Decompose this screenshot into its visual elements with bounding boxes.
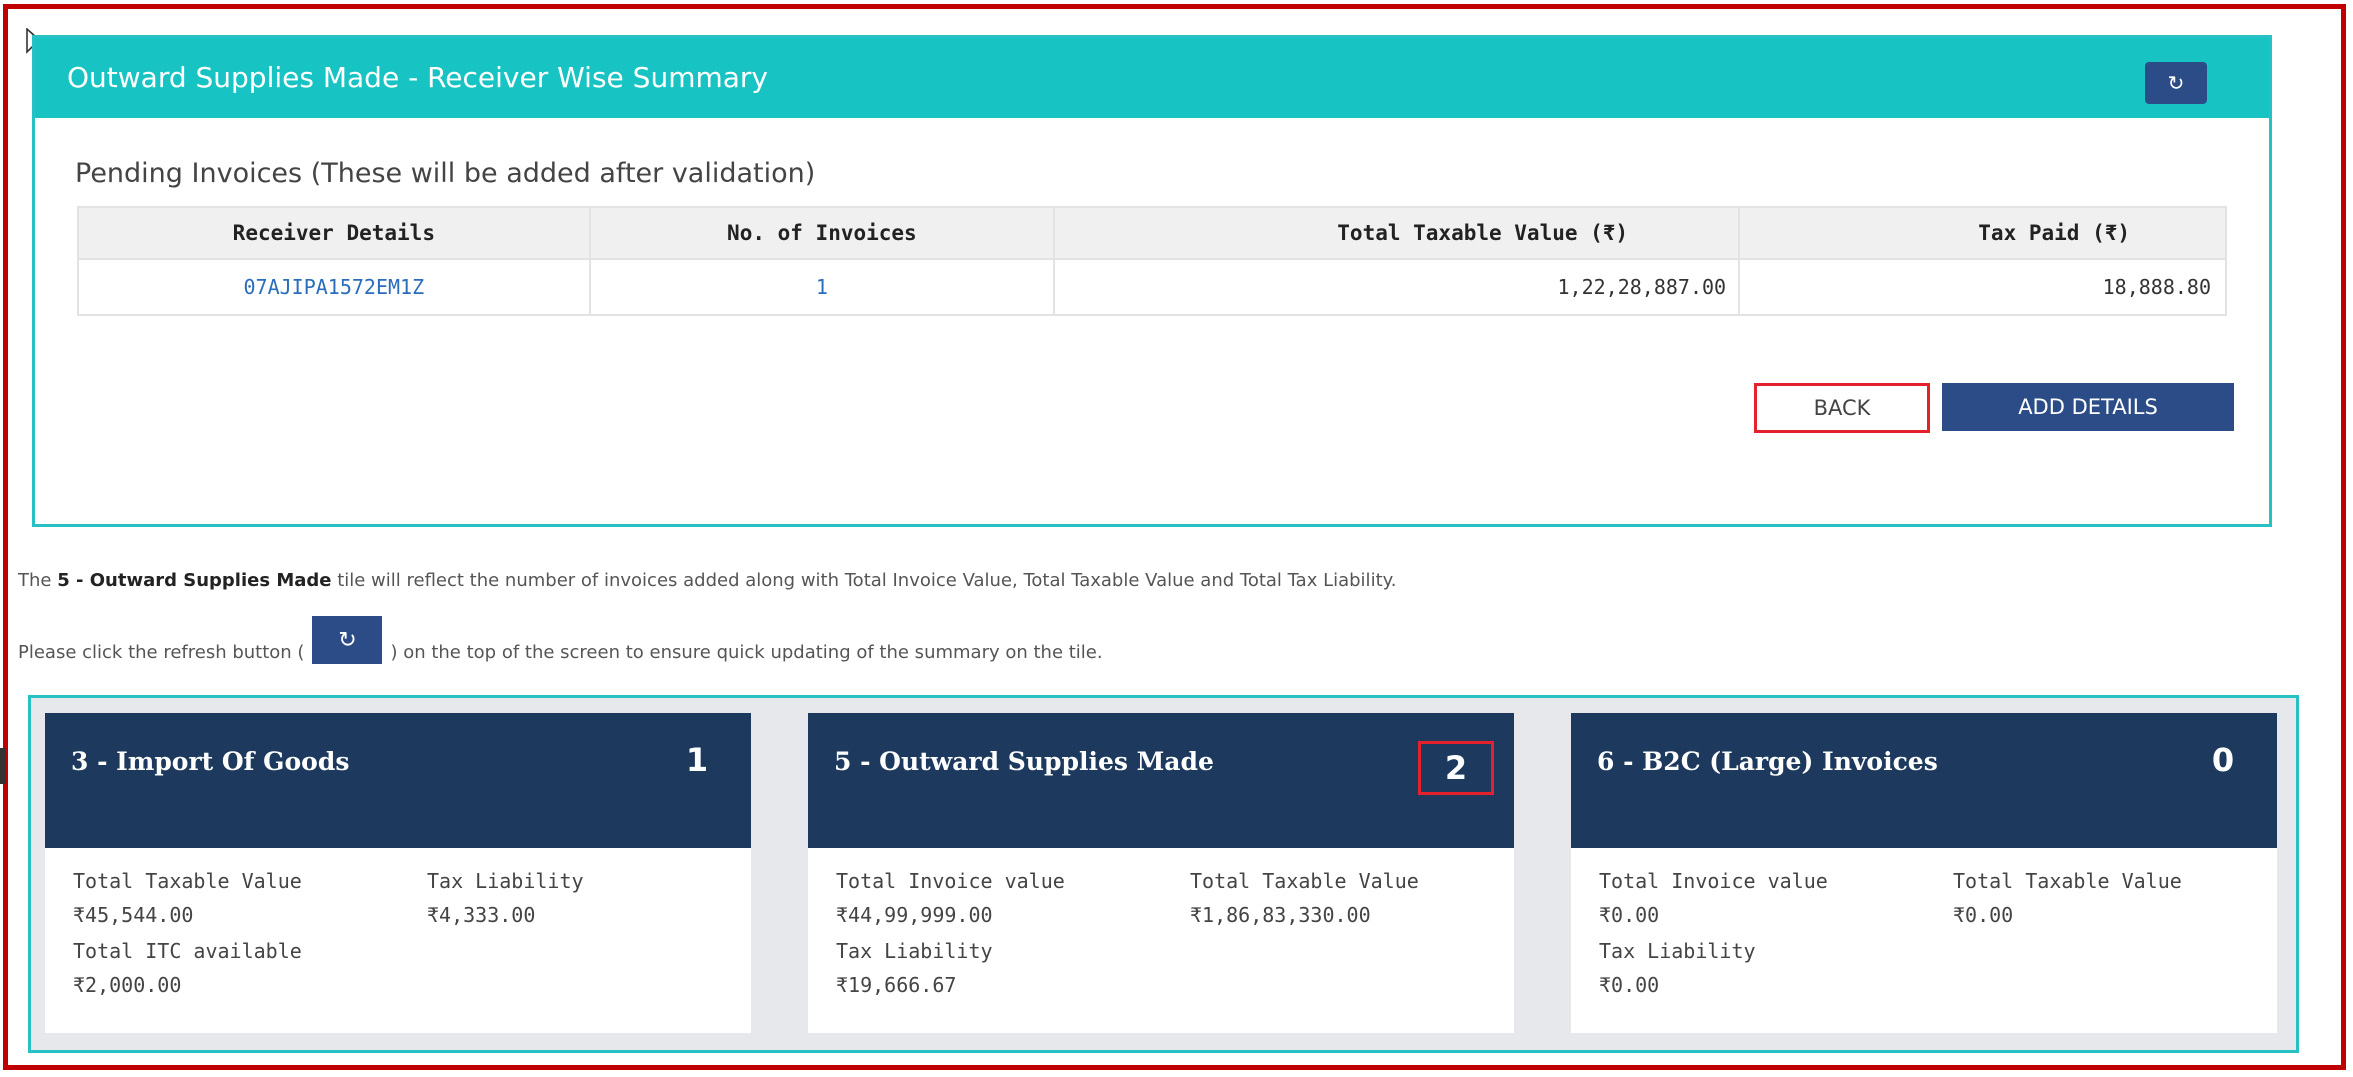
taxable-value-cell: 1,22,28,887.00 (1053, 258, 1741, 316)
refresh-icon: ↻ (312, 616, 383, 664)
instruction-line-1: The 5 - Outward Supplies Made tile will … (18, 570, 1396, 591)
instruction-text: Please click the refresh button ( (18, 641, 305, 663)
tile-name-bold: 5 - Outward Supplies Made (57, 570, 332, 591)
stat-label: Tax Liability (1599, 939, 1756, 963)
table-row: 07AJIPA1572EM1Z 1 1,22,28,887.00 18,888.… (77, 258, 2227, 316)
tax-paid-cell: 18,888.80 (1738, 258, 2227, 316)
stat-value: ₹1,86,83,330.00 (1190, 903, 1371, 927)
stat-value: ₹0.00 (1599, 973, 1660, 997)
refresh-button[interactable]: ↻ (2145, 62, 2207, 104)
instruction-line-2: Please click the refresh button ( ↻ ) on… (18, 616, 1103, 676)
tile-stat: Tax Liability ₹19,666.67 (836, 939, 993, 997)
stat-label: Tax Liability (427, 869, 584, 893)
table-header-row: Receiver Details No. of Invoices Total T… (77, 206, 2227, 260)
tile-title: 3 - Import Of Goods (71, 747, 350, 776)
receiver-gstin-link[interactable]: 07AJIPA1572EM1Z (244, 275, 425, 299)
stat-value: ₹0.00 (1599, 903, 1660, 927)
invoice-count-link[interactable]: 1 (816, 275, 828, 299)
tile-import-of-goods[interactable]: 3 - Import Of Goods 1 Total Taxable Valu… (45, 713, 751, 1033)
tile-header: 6 - B2C (Large) Invoices 0 (1571, 713, 2277, 848)
tile-stat: Total Taxable Value ₹45,544.00 (73, 869, 302, 927)
tile-stat: Tax Liability ₹0.00 (1599, 939, 1756, 997)
pending-invoices-table: Receiver Details No. of Invoices Total T… (77, 206, 2227, 316)
back-button[interactable]: BACK (1754, 383, 1930, 433)
refresh-icon: ↻ (2167, 71, 2185, 95)
tile-header: 3 - Import Of Goods 1 (45, 713, 751, 848)
instruction-text: ) on the top of the screen to ensure qui… (390, 641, 1103, 663)
tile-stat: Total Invoice value ₹0.00 (1599, 869, 1828, 927)
tile-b2c-large-invoices[interactable]: 6 - B2C (Large) Invoices 0 Total Invoice… (1571, 713, 2277, 1033)
tile-header: 5 - Outward Supplies Made 2 (808, 713, 1514, 848)
stat-value: ₹44,99,999.00 (836, 903, 993, 927)
add-details-button[interactable]: ADD DETAILS (1942, 383, 2234, 431)
summary-tiles: 3 - Import Of Goods 1 Total Taxable Valu… (28, 695, 2299, 1053)
column-header: No. of Invoices (588, 206, 1056, 260)
instruction-text: The (18, 570, 58, 591)
pending-invoices-title: Pending Invoices (These will be added af… (75, 158, 816, 189)
stat-value: ₹19,666.67 (836, 973, 957, 997)
stat-label: Total Taxable Value (1190, 869, 1419, 893)
stat-value: ₹0.00 (1953, 903, 2014, 927)
stat-label: Total Invoice value (836, 869, 1065, 893)
tile-count: 2 (1418, 741, 1494, 795)
tile-title: 5 - Outward Supplies Made (834, 747, 1214, 776)
tile-stat: Total Taxable Value ₹0.00 (1953, 869, 2182, 927)
stat-label: Total Invoice value (1599, 869, 1828, 893)
column-header: Receiver Details (77, 206, 591, 260)
tile-title: 6 - B2C (Large) Invoices (1597, 747, 1938, 776)
tile-count: 1 (685, 741, 709, 779)
tile-stat: Total ITC available ₹2,000.00 (73, 939, 302, 997)
tile-count: 0 (2211, 741, 2235, 779)
stat-label: Tax Liability (836, 939, 993, 963)
stat-label: Total Taxable Value (1953, 869, 2182, 893)
column-header: Tax Paid (₹) (1738, 206, 2227, 260)
tile-stat: Total Taxable Value ₹1,86,83,330.00 (1190, 869, 1419, 927)
panel-header: Outward Supplies Made - Receiver Wise Su… (35, 38, 2269, 118)
instruction-text: tile will reflect the number of invoices… (331, 570, 1397, 591)
column-header: Total Taxable Value (₹) (1053, 206, 1741, 260)
stat-value: ₹2,000.00 (73, 973, 182, 997)
tile-stat: Tax Liability ₹4,333.00 (427, 869, 584, 927)
receiver-wise-summary-panel: Outward Supplies Made - Receiver Wise Su… (32, 35, 2272, 527)
stat-label: Total Taxable Value (73, 869, 302, 893)
stat-label: Total ITC available (73, 939, 302, 963)
tile-outward-supplies-made[interactable]: 5 - Outward Supplies Made 2 Total Invoic… (808, 713, 1514, 1033)
panel-title: Outward Supplies Made - Receiver Wise Su… (67, 61, 768, 94)
stat-value: ₹4,333.00 (427, 903, 536, 927)
page-edge-mark (0, 748, 6, 784)
tile-stat: Total Invoice value ₹44,99,999.00 (836, 869, 1065, 927)
stat-value: ₹45,544.00 (73, 903, 194, 927)
